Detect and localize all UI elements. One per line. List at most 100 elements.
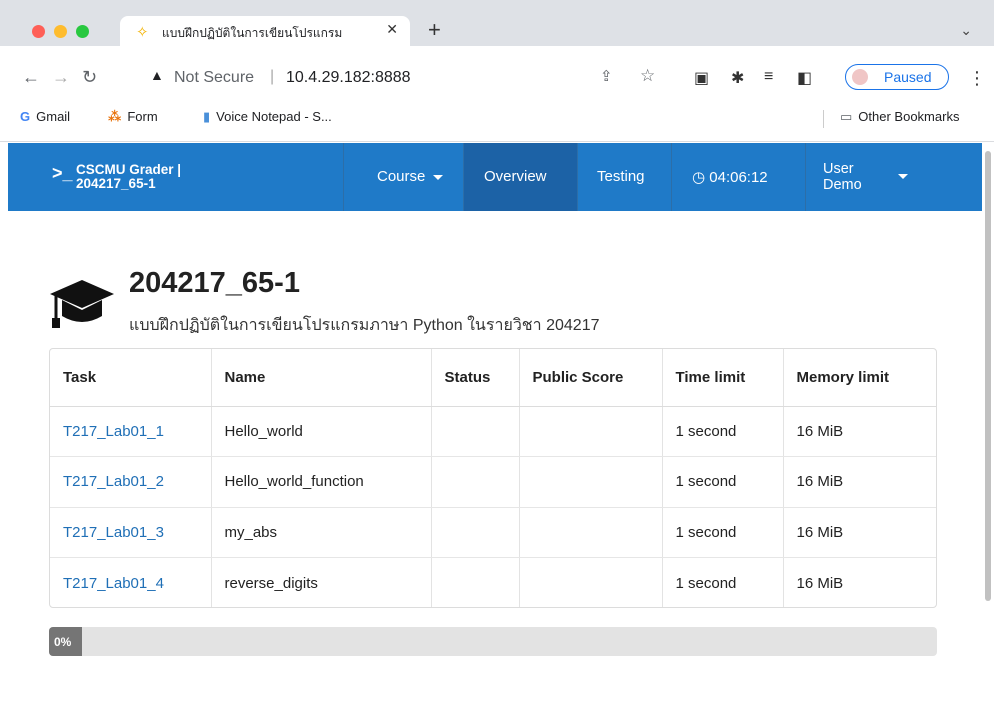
not-secure-label: Not Secure [174,69,255,86]
close-tab-icon[interactable]: ✕ [386,21,398,38]
time-limit-cell: 1 second [662,406,784,457]
back-arrow-icon[interactable]: ← [22,67,40,88]
microphone-icon: ▮ [203,109,211,124]
tab-title: แบบฝึกปฏิบัติในการเขียนโปรแกรม [162,26,343,40]
bookmark-label: Gmail [36,109,71,124]
graduation-cap-icon [50,280,114,328]
address-separator: | [270,68,275,85]
column-header-status[interactable]: Status [431,349,520,407]
other-bookmarks[interactable]: ▭ Other Bookmarks [840,109,959,125]
table-row: T217_Lab01_4 reverse_digits 1 second 16 … [50,557,936,607]
star-icon[interactable]: ☆ [640,66,655,86]
more-menu-icon[interactable]: ⋮ [968,68,986,89]
address-bar[interactable]: ▲ Not Secure | 10.4.29.182:8888 ⇪ ☆ [136,64,676,90]
browser-toolbar: ← → ↻ ▲ Not Secure | 10.4.29.182:8888 ⇪ … [0,46,994,102]
nav-overview-label: Overview [484,168,547,185]
name-cell: reverse_digits [211,557,432,607]
task-cell: T217_Lab01_4 [50,557,212,607]
bookmark-voice-notepad[interactable]: ▮ Voice Notepad - S... [203,109,332,125]
bookmarks-bar: G Gmail ⁂ Form ▮ Voice Notepad - S... ▭ Othe… [0,102,994,142]
forward-arrow-icon[interactable]: → [52,67,70,88]
side-panel-icon[interactable]: ◧ [797,68,812,88]
browser-tab-strip: ✧ แบบฝึกปฏิบัติในการเขียนโปรแกรม ✕ + ⌄ [0,0,994,46]
task-link[interactable]: T217_Lab01_3 [63,524,164,541]
reading-list-icon[interactable]: ≡ [764,68,773,86]
new-tab-button[interactable]: + [428,17,441,43]
timer-value: 04:06:12 [709,169,768,186]
lightbulb-icon: ✧ [136,24,149,41]
bookmark-form[interactable]: ⁂ Form [108,109,158,125]
status-cell [431,507,520,558]
maximize-window-button[interactable] [76,25,89,38]
scrollbar-thumb[interactable] [985,151,991,601]
score-cell [519,456,663,508]
profile-button[interactable]: Paused [845,64,949,90]
score-cell [519,507,663,558]
reload-icon[interactable]: ↻ [82,67,97,88]
warning-icon: ▲ [150,67,164,83]
nav-testing[interactable]: Testing [578,143,671,211]
name-cell: Hello_world_function [211,456,432,508]
score-cell [519,557,663,607]
folder-icon: ▭ [840,109,853,124]
scrollbar[interactable] [982,143,994,706]
table-row: T217_Lab01_3 my_abs 1 second 16 MiB [50,507,936,558]
nav-testing-label: Testing [597,168,645,185]
user-line1: User [823,161,854,177]
nav-course[interactable]: Course [344,143,463,211]
score-cell [519,406,663,457]
name-cell: my_abs [211,507,432,558]
nav-user[interactable]: User Demo [806,143,926,211]
browser-tab[interactable]: ✧ แบบฝึกปฏิบัติในการเขียนโปรแกรม ✕ [120,16,410,46]
table-header-row: Task Name Status Public Score Time limit… [50,349,936,407]
page-subtitle: แบบฝึกปฏิบัติในการเขียนโปรแกรมภาษา Pytho… [129,317,600,334]
nav-overview[interactable]: Overview [464,143,577,211]
status-cell [431,456,520,508]
column-header-time-limit[interactable]: Time limit [662,349,784,407]
other-bookmarks-label: Other Bookmarks [858,109,960,124]
chevron-down-icon[interactable]: ⌄ [960,22,972,39]
bookmarks-divider [823,110,824,128]
page-content: >_ CSCMU Grader | 204217_65-1 Course Ove… [0,143,994,706]
table-row: T217_Lab01_2 Hello_world_function 1 seco… [50,456,936,508]
user-line2: Demo [823,177,862,193]
column-header-name[interactable]: Name [211,349,432,407]
task-link[interactable]: T217_Lab01_1 [63,423,164,440]
puzzle-extensions-icon[interactable]: ✱ [731,68,744,88]
task-table: Task Name Status Public Score Time limit… [49,348,937,608]
time-limit-cell: 1 second [662,507,784,558]
progress-fill: 0% [49,627,82,656]
url-text: 10.4.29.182:8888 [286,69,411,86]
google-icon: G [20,109,31,124]
page-title: 204217_65-1 [129,267,300,299]
brand-line2: 204217_65-1 [76,176,156,191]
table-row: T217_Lab01_1 Hello_world 1 second 16 MiB [50,406,936,457]
progress-bar: 0% [49,627,937,656]
memory-limit-cell: 16 MiB [783,456,936,508]
memory-limit-cell: 16 MiB [783,507,936,558]
time-limit-cell: 1 second [662,557,784,607]
nav-course-label: Course [377,168,426,185]
time-limit-cell: 1 second [662,456,784,508]
app-navbar: >_ CSCMU Grader | 204217_65-1 Course Ove… [8,143,982,211]
nav-timer: ◷ 04:06:12 [672,143,805,211]
memory-limit-cell: 16 MiB [783,406,936,457]
task-link[interactable]: T217_Lab01_4 [63,575,164,592]
share-icon[interactable]: ⇪ [600,67,613,85]
minimize-window-button[interactable] [54,25,67,38]
status-cell [431,557,520,607]
caret-down-icon [898,174,908,179]
close-window-button[interactable] [32,25,45,38]
bookmark-gmail[interactable]: G Gmail [20,109,70,124]
progress-label: 0% [54,635,72,649]
clock-icon: ◷ [692,169,710,186]
column-header-memory-limit[interactable]: Memory limit [783,349,936,407]
column-header-task[interactable]: Task [50,349,212,407]
caret-down-icon [433,174,444,180]
facebook-extension-icon[interactable]: ▣ [694,68,709,88]
task-link[interactable]: T217_Lab01_2 [63,473,164,490]
task-cell: T217_Lab01_1 [50,406,212,457]
brand-line1: CSCMU Grader | [76,162,182,177]
task-cell: T217_Lab01_3 [50,507,212,558]
column-header-public-score[interactable]: Public Score [519,349,663,407]
